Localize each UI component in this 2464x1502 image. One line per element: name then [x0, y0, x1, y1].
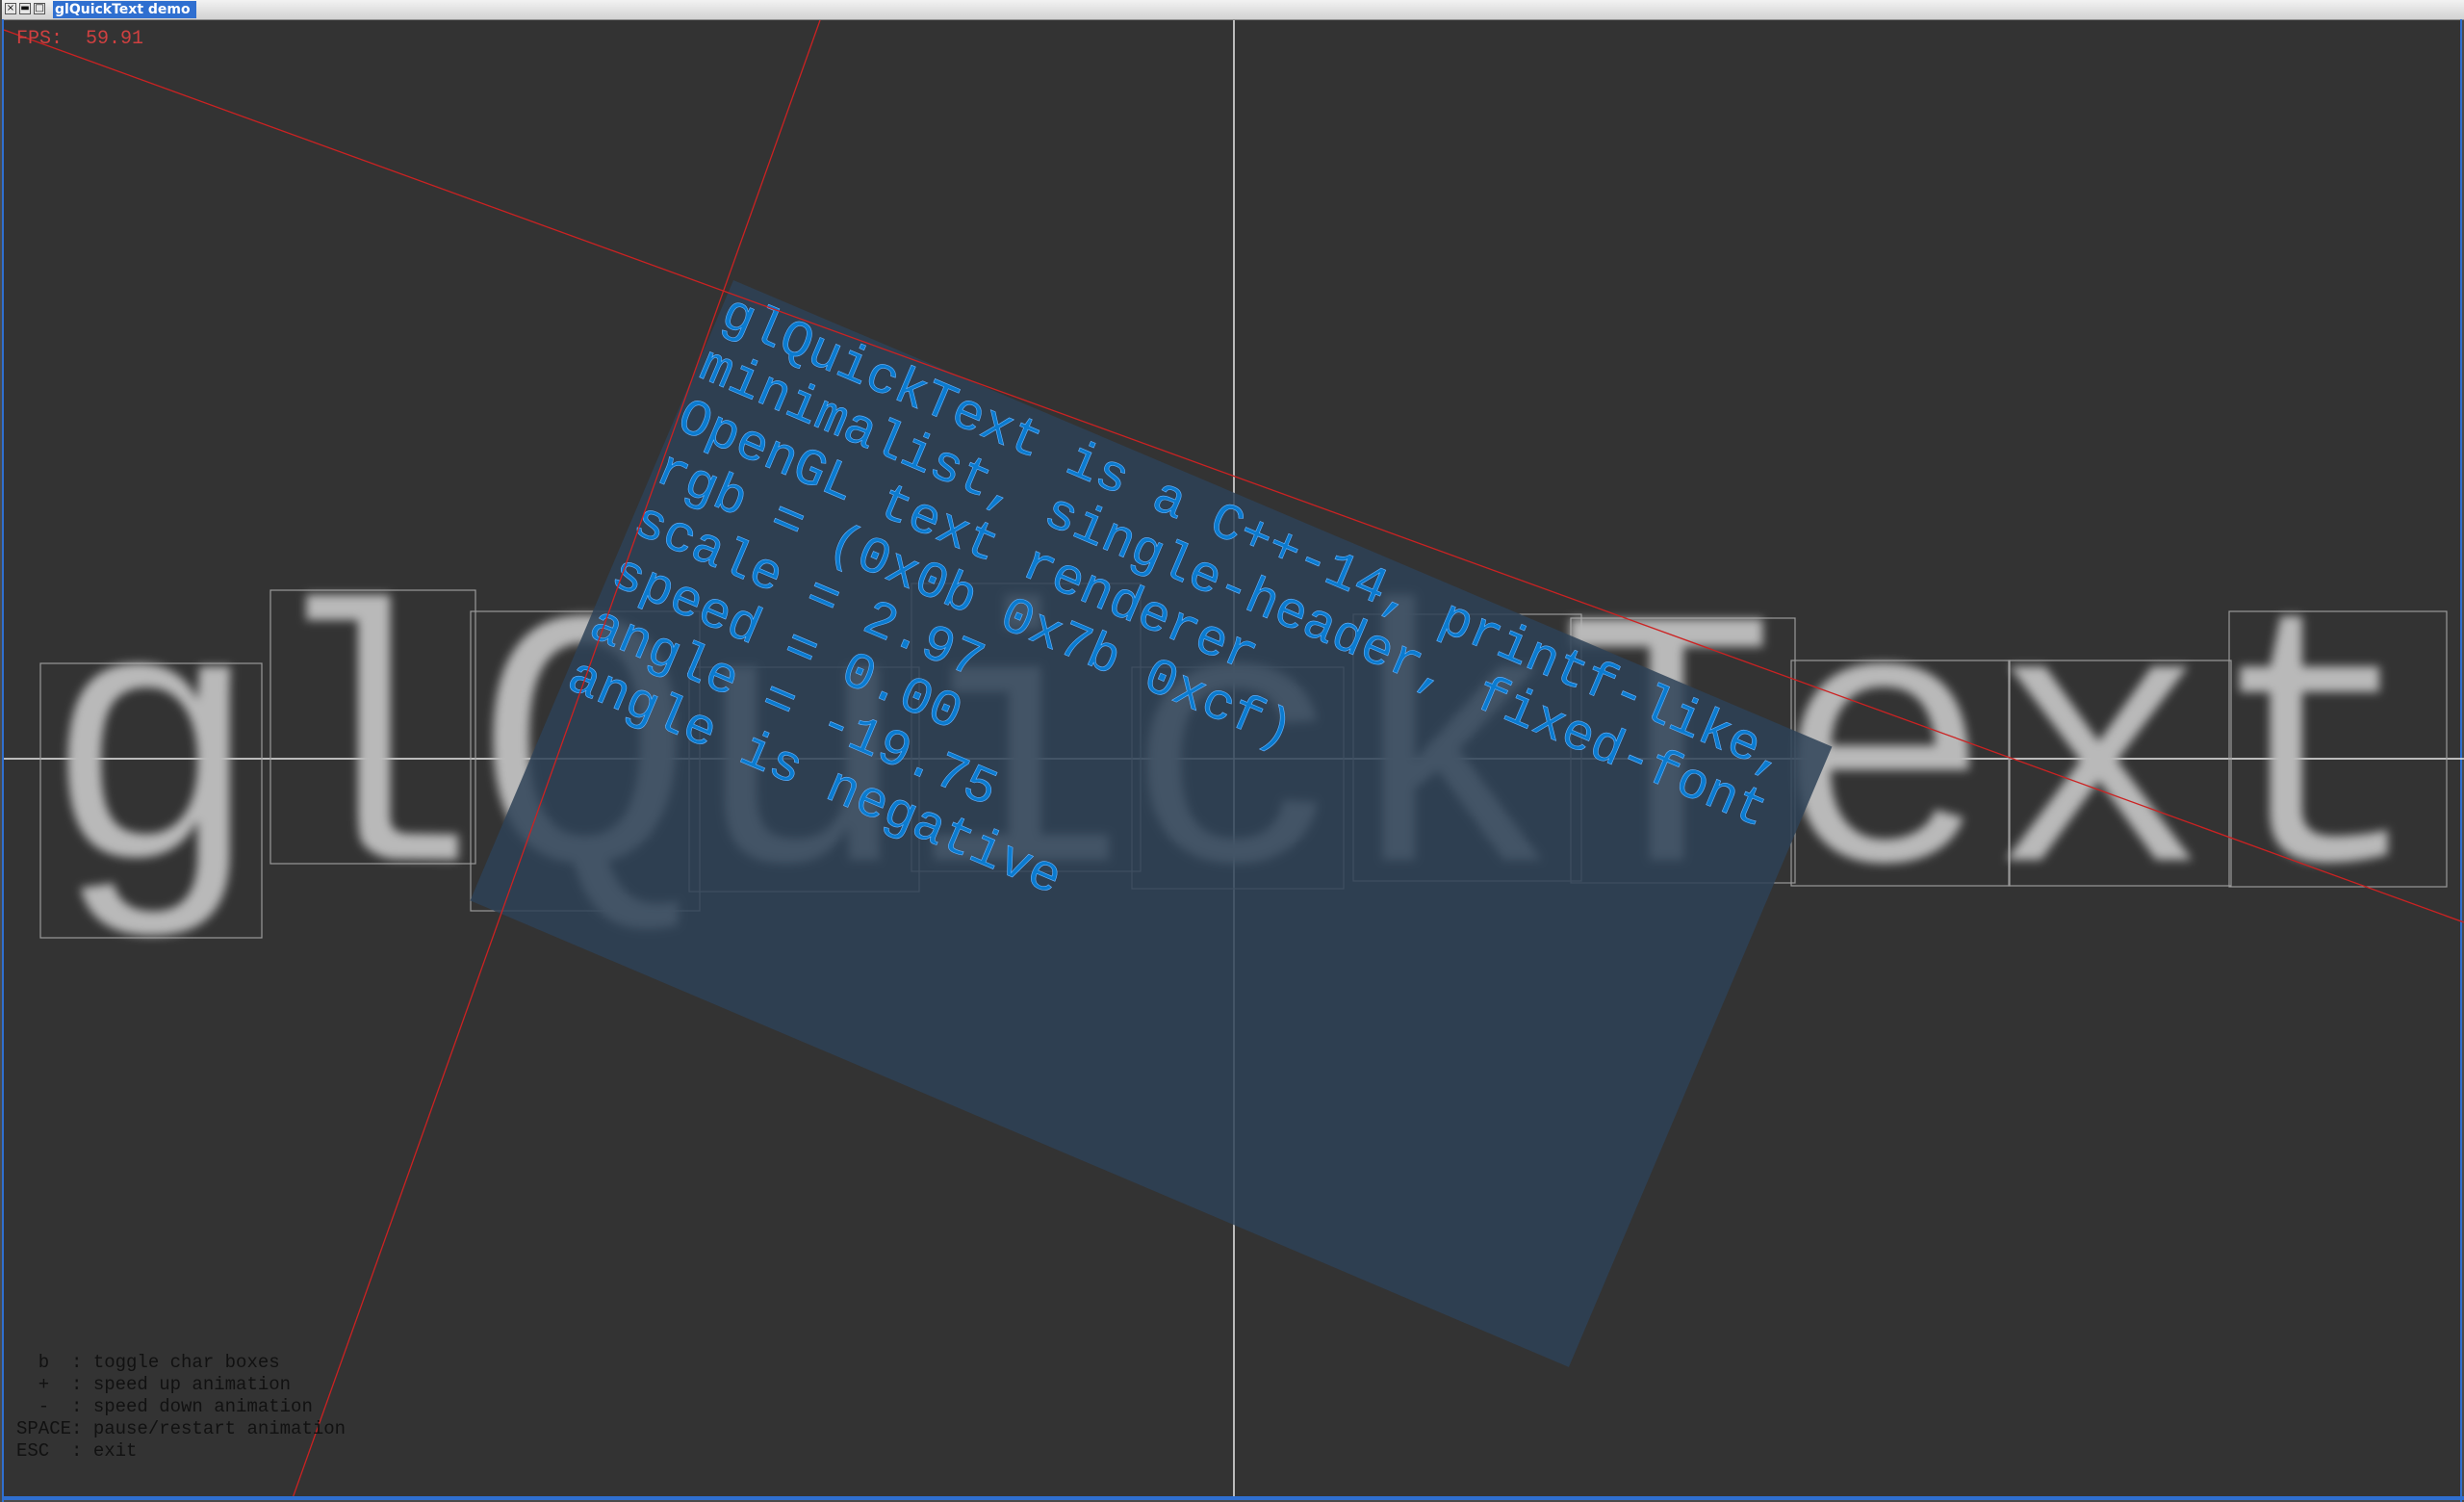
rotated-text-panel: glQuickText is a C++-14, printf-like,min… [470, 280, 1833, 1367]
help-line: - : speed down animation [16, 1396, 313, 1417]
maximize-icon[interactable]: □ [34, 3, 45, 14]
app-window: × ▬ □ glQuickText demo glQuickText glQui… [0, 0, 2464, 1502]
window-border-bottom [2, 1496, 2464, 1500]
fps-value: 59.91 [86, 28, 144, 50]
fps-label: FPS: [16, 28, 64, 50]
minimize-icon[interactable]: ▬ [19, 3, 31, 14]
close-icon[interactable]: × [5, 3, 16, 14]
fps-readout: FPS: 59.91 [16, 28, 143, 50]
help-text: b : toggle char boxes + : speed up anima… [16, 1352, 346, 1463]
help-line: ESC : exit [16, 1440, 138, 1462]
title-bar[interactable]: × ▬ □ glQuickText demo [2, 0, 2464, 20]
help-line: b : toggle char boxes [16, 1352, 280, 1373]
help-line: + : speed up animation [16, 1374, 292, 1395]
gl-viewport[interactable]: glQuickText glQuickText is a C++-14, pri… [4, 20, 2464, 1498]
help-line: SPACE: pause/restart animation [16, 1418, 346, 1439]
window-title: glQuickText demo [53, 1, 196, 18]
scene-canvas: glQuickText glQuickText is a C++-14, pri… [4, 20, 2464, 1498]
